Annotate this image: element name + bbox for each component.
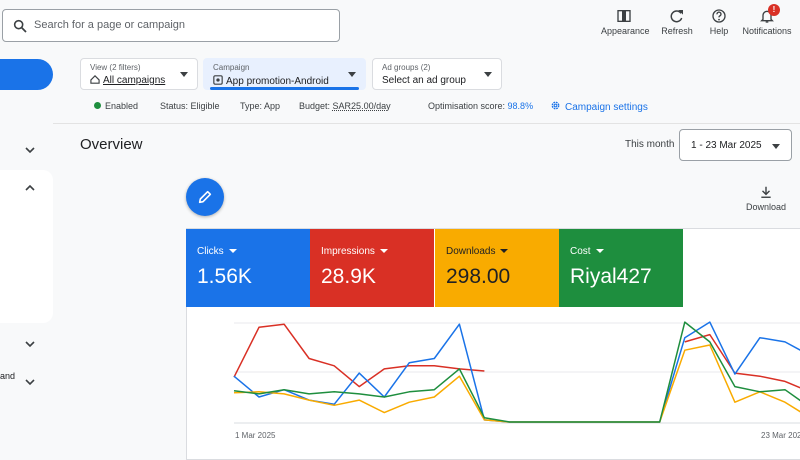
pencil-icon xyxy=(198,190,212,204)
x-axis-start-label: 1 Mar 2025 xyxy=(235,431,276,440)
top-bar: Search for a page or campaign Appearance… xyxy=(0,0,800,50)
help-icon xyxy=(712,9,726,23)
metric-impressions[interactable]: Impressions 28.9K xyxy=(310,229,434,307)
campaign-filter[interactable]: Campaign App promotion-Android xyxy=(203,58,366,90)
adgroups-filter[interactable]: Ad groups (2) Select an ad group xyxy=(372,58,502,90)
campaign-settings-link[interactable]: Campaign settings xyxy=(550,100,648,113)
chart-series-line xyxy=(233,344,800,423)
search-icon xyxy=(13,19,27,33)
caret-down-icon xyxy=(500,249,509,253)
edit-button[interactable] xyxy=(186,178,224,216)
metric-value: 298.00 xyxy=(446,265,511,288)
appearance-button[interactable]: Appearance xyxy=(601,8,650,36)
adgroups-filter-value: Select an ad group xyxy=(382,75,466,86)
campaign-filter-label: Campaign xyxy=(213,63,250,72)
help-label: Help xyxy=(709,26,729,36)
view-filter-label: View (2 filters) xyxy=(90,63,141,72)
view-filter[interactable]: View (2 filters) All campaigns xyxy=(80,58,198,90)
campaign-filter-value: App promotion-Android xyxy=(213,75,329,87)
download-icon xyxy=(761,186,771,198)
dropdown-arrow-icon xyxy=(484,72,492,77)
refresh-button[interactable]: Refresh xyxy=(660,8,694,36)
enabled-status[interactable]: Enabled xyxy=(94,101,138,111)
active-underline xyxy=(210,87,359,90)
chevron-up-icon[interactable] xyxy=(24,182,36,194)
nav-expanded-section xyxy=(0,170,53,323)
performance-chart: 1 Mar 2025 23 Mar 2025 xyxy=(233,321,800,440)
metric-downloads[interactable]: Downloads 298.00 xyxy=(435,229,559,307)
metric-value: Riyal427 xyxy=(570,265,652,288)
home-icon xyxy=(90,75,100,84)
header-divider xyxy=(53,123,800,124)
date-range-selector[interactable]: 1 - 23 Mar 2025 xyxy=(679,129,792,161)
metric-name: Downloads xyxy=(446,246,509,257)
appearance-icon xyxy=(617,10,631,22)
notifications-label: Notifications xyxy=(742,26,792,36)
chevron-down-icon[interactable] xyxy=(24,144,36,156)
metric-cost[interactable]: Cost Riyal427 xyxy=(559,229,683,307)
nav-item-label[interactable]: and xyxy=(0,371,15,381)
dropdown-arrow-icon xyxy=(772,144,780,149)
campaign-budget[interactable]: Budget: SAR25.00/day xyxy=(299,101,391,111)
caret-down-icon xyxy=(228,249,237,253)
caret-down-icon xyxy=(595,249,604,253)
page-title: Overview xyxy=(80,136,143,153)
gear-icon xyxy=(551,101,560,110)
metric-name: Cost xyxy=(570,246,604,257)
metric-value: 1.56K xyxy=(197,265,252,288)
enabled-dot-icon xyxy=(94,102,101,109)
refresh-icon xyxy=(670,10,683,23)
search-input[interactable]: Search for a page or campaign xyxy=(34,19,185,31)
date-range-value: 1 - 23 Mar 2025 xyxy=(691,140,762,151)
dropdown-arrow-icon xyxy=(180,72,188,77)
metric-value: 28.9K xyxy=(321,265,376,288)
metric-clicks[interactable]: Clicks 1.56K xyxy=(186,229,310,307)
notification-badge: ! xyxy=(768,4,780,16)
download-button[interactable]: Download xyxy=(740,185,792,212)
appearance-label: Appearance xyxy=(601,26,650,36)
chevron-down-icon[interactable] xyxy=(24,376,36,388)
dropdown-arrow-icon xyxy=(348,72,356,77)
adgroups-filter-label: Ad groups (2) xyxy=(382,63,431,72)
help-button[interactable]: Help xyxy=(706,8,732,36)
metric-name: Clicks xyxy=(197,246,237,257)
period-label: This month xyxy=(625,139,675,150)
refresh-label: Refresh xyxy=(661,26,693,36)
search-box[interactable]: Search for a page or campaign xyxy=(2,9,340,42)
chevron-down-icon[interactable] xyxy=(24,338,36,350)
eligibility-status: Status: Eligible xyxy=(160,101,220,111)
caret-down-icon xyxy=(379,249,388,253)
download-label: Download xyxy=(745,202,787,212)
app-campaign-icon xyxy=(213,75,223,85)
view-filter-value: All campaigns xyxy=(90,75,165,86)
campaign-type: Type: App xyxy=(240,101,281,111)
x-axis-end-label: 23 Mar 2025 xyxy=(761,431,800,440)
notifications-button[interactable]: ! Notifications xyxy=(740,4,794,36)
optimisation-score[interactable]: Optimisation score: 98.8% xyxy=(428,101,533,111)
nav-create-button[interactable] xyxy=(0,59,53,90)
metric-name: Impressions xyxy=(321,246,388,257)
